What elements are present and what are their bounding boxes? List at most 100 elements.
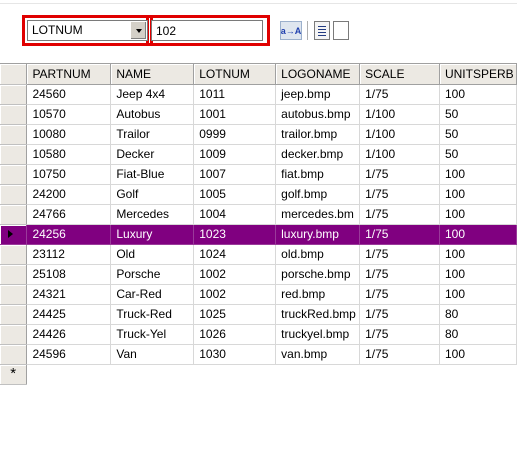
cell-scale[interactable]: 1/75 [359,284,440,305]
new-record-row[interactable]: * [0,364,517,385]
cell-name[interactable]: Decker [110,144,195,165]
cell-logoname[interactable]: fiat.bmp [275,164,361,185]
cell-unitsperb[interactable]: 100 [439,264,517,285]
cell-unitsperb[interactable]: 80 [439,324,517,345]
cell-scale[interactable]: 1/100 [359,124,440,145]
table-row[interactable]: 10080 Trailor 0999 trailor.bmp 1/100 50 [0,124,517,145]
cell-unitsperb[interactable]: 100 [439,244,517,265]
field-select[interactable]: LOTNUM [27,20,148,41]
cell-scale[interactable]: 1/75 [359,204,440,225]
table-row[interactable]: 24256 Luxury 1023 luxury.bmp 1/75 100 [0,224,517,245]
column-header-logoname[interactable]: LOGONAME [275,64,361,85]
cell-lotnum[interactable]: 1011 [193,84,277,105]
column-header-partnum[interactable]: PARTNUM [26,64,112,85]
cell-lotnum[interactable]: 1009 [193,144,277,165]
cell-unitsperb[interactable]: 100 [439,84,517,105]
row-selector[interactable] [0,124,28,145]
cell-scale[interactable]: 1/100 [359,144,440,165]
cell-lotnum[interactable]: 1004 [193,204,277,225]
cell-logoname[interactable]: golf.bmp [275,184,361,205]
table-row[interactable]: 10580 Decker 1009 decker.bmp 1/100 50 [0,144,517,165]
row-selector[interactable] [0,104,28,125]
cell-scale[interactable]: 1/100 [359,104,440,125]
table-row[interactable]: 24560 Jeep 4x4 1011 jeep.bmp 1/75 100 [0,84,517,105]
cell-partnum[interactable]: 10570 [26,104,112,125]
table-row[interactable]: 24200 Golf 1005 golf.bmp 1/75 100 [0,184,517,205]
cell-lotnum[interactable]: 1024 [193,244,277,265]
blank-page-button[interactable] [333,21,349,40]
cell-unitsperb[interactable]: 100 [439,224,517,245]
cell-lotnum[interactable]: 1025 [193,304,277,325]
cell-name[interactable]: Golf [110,184,195,205]
list-view-button[interactable] [314,21,330,40]
cell-partnum[interactable]: 24425 [26,304,112,325]
cell-logoname[interactable]: jeep.bmp [275,84,361,105]
new-record-cell[interactable] [111,364,194,384]
row-selector[interactable] [0,204,28,225]
cell-scale[interactable]: 1/75 [359,244,440,265]
cell-unitsperb[interactable]: 100 [439,164,517,185]
new-record-cell[interactable] [194,364,276,384]
cell-partnum[interactable]: 24200 [26,184,112,205]
cell-partnum[interactable]: 24321 [26,284,112,305]
cell-logoname[interactable]: decker.bmp [275,144,361,165]
cell-partnum[interactable]: 10750 [26,164,112,185]
cell-logoname[interactable]: porsche.bmp [275,264,361,285]
cell-scale[interactable]: 1/75 [359,264,440,285]
table-row[interactable]: 25108 Porsche 1002 porsche.bmp 1/75 100 [0,264,517,285]
cell-partnum[interactable]: 24256 [26,224,112,245]
table-row[interactable]: 24426 Truck-Yel 1026 truckyel.bmp 1/75 80 [0,324,517,345]
new-record-cell[interactable] [360,364,440,384]
cell-logoname[interactable]: red.bmp [275,284,361,305]
cell-name[interactable]: Porsche [110,264,195,285]
cell-lotnum[interactable]: 1001 [193,104,277,125]
table-row[interactable]: 24425 Truck-Red 1025 truckRed.bmp 1/75 80 [0,304,517,325]
cell-partnum[interactable]: 10080 [26,124,112,145]
cell-unitsperb[interactable]: 100 [439,204,517,225]
cell-unitsperb[interactable]: 80 [439,304,517,325]
row-selector[interactable] [0,264,28,285]
table-row[interactable]: 24596 Van 1030 van.bmp 1/75 100 [0,344,517,365]
row-selector[interactable] [0,284,28,305]
row-selector[interactable] [0,164,28,185]
row-selector[interactable] [0,144,28,165]
cell-partnum[interactable]: 24426 [26,324,112,345]
cell-partnum[interactable]: 24596 [26,344,112,365]
cell-name[interactable]: Car-Red [110,284,195,305]
table-row[interactable]: 10750 Fiat-Blue 1007 fiat.bmp 1/75 100 [0,164,517,185]
cell-partnum[interactable]: 25108 [26,264,112,285]
row-selector[interactable] [0,324,28,345]
cell-logoname[interactable]: truckyel.bmp [275,324,361,345]
column-header-lotnum[interactable]: LOTNUM [193,64,277,85]
search-input-box[interactable] [151,20,263,41]
cell-lotnum[interactable]: 1030 [193,344,277,365]
cell-name[interactable]: Truck-Red [110,304,195,325]
row-selector[interactable] [0,244,28,265]
search-input[interactable] [152,21,262,40]
cell-scale[interactable]: 1/75 [359,324,440,345]
chevron-down-icon[interactable] [130,22,146,39]
new-record-cell[interactable] [276,364,360,384]
cell-logoname[interactable]: luxury.bmp [275,224,361,245]
row-selector[interactable] [0,344,28,365]
cell-name[interactable]: Autobus [110,104,195,125]
cell-name[interactable]: Van [110,344,195,365]
row-selector[interactable] [0,224,28,245]
new-record-cell[interactable] [27,364,111,384]
cell-logoname[interactable]: truckRed.bmp [275,304,361,325]
cell-partnum[interactable]: 10580 [26,144,112,165]
cell-unitsperb[interactable]: 50 [439,124,517,145]
cell-name[interactable]: Trailor [110,124,195,145]
cell-name[interactable]: Old [110,244,195,265]
cell-name[interactable]: Luxury [110,224,195,245]
cell-partnum[interactable]: 23112 [26,244,112,265]
column-header-scale[interactable]: SCALE [359,64,440,85]
cell-unitsperb[interactable]: 50 [439,104,517,125]
cell-logoname[interactable]: old.bmp [275,244,361,265]
cell-lotnum[interactable]: 0999 [193,124,277,145]
column-header-name[interactable]: NAME [110,64,195,85]
cell-scale[interactable]: 1/75 [359,184,440,205]
cell-logoname[interactable]: mercedes.bm [275,204,361,225]
new-record-cell[interactable] [439,364,516,384]
cell-name[interactable]: Mercedes [110,204,195,225]
